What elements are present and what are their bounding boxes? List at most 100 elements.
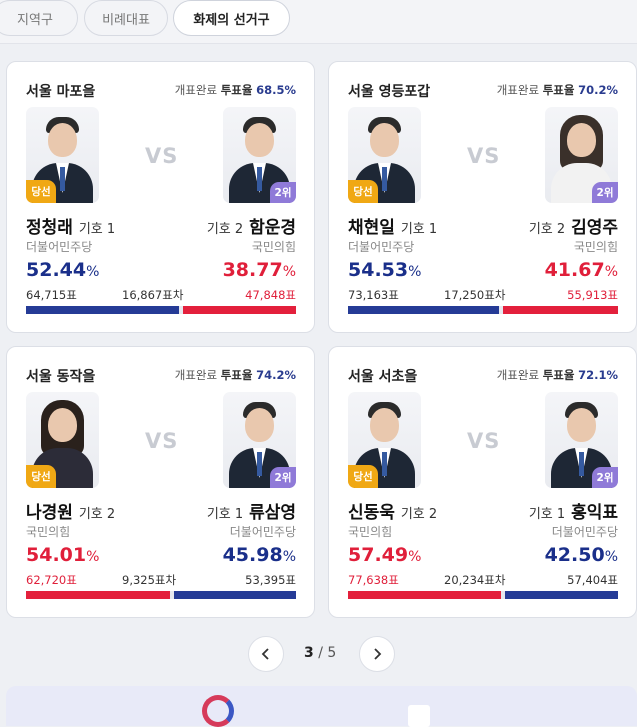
vote-count: 55,913표	[567, 288, 618, 302]
pct-unit: %	[408, 264, 422, 280]
pct-value: 57.49	[348, 544, 409, 566]
vs-label: VS	[145, 144, 179, 168]
ballot-number: 기호 1	[206, 507, 244, 522]
candidate-name: 김영주	[571, 218, 618, 238]
pct-value: 41.67	[544, 259, 605, 281]
vote-count: 57,404표	[567, 573, 618, 587]
pct-value: 42.50	[544, 544, 605, 566]
prev-page-button[interactable]	[248, 636, 284, 672]
tie-shape	[257, 452, 262, 476]
pct-unit: %	[282, 264, 296, 280]
vote-difference: 17,250표차	[444, 288, 506, 302]
chevron-left-icon	[261, 648, 269, 660]
pct-value: 54.53	[348, 259, 409, 281]
ballot-number: 기호 1	[78, 222, 116, 237]
candidate-name: 채현일	[348, 218, 395, 238]
vote-percentage: 42.50%	[545, 544, 618, 566]
face-shape	[370, 123, 399, 157]
winner-badge: 당선	[26, 465, 56, 488]
vote-percentage: 54.01%	[26, 544, 99, 566]
rank-badge: 2위	[270, 182, 296, 203]
tab-proportional[interactable]: 비례대표	[84, 0, 168, 36]
candidate-photo-left: 당선	[26, 392, 99, 488]
party-name: 국민의힘	[573, 240, 618, 254]
vs-label: VS	[145, 429, 179, 453]
ballot-number: 기호 1	[400, 222, 438, 237]
tie-shape	[60, 167, 65, 191]
candidate-photo-left: 당선	[348, 107, 421, 203]
tab-district[interactable]: 지역구	[0, 0, 78, 36]
next-page-button[interactable]	[359, 636, 395, 672]
vs-label: VS	[467, 429, 501, 453]
vote-count: 77,638표	[348, 573, 399, 587]
district-card[interactable]: 서울 마포을 개표완료 투표율 68.5% 당선 VS 2위 정청래 기호 1 기호 2 함…	[6, 61, 315, 333]
turnout-value: 68.5%	[256, 83, 296, 97]
vs-label: VS	[467, 144, 501, 168]
current-page: 3	[304, 645, 314, 661]
page-indicator: 3 / 5	[304, 645, 336, 661]
candidate-photo-right: 2위	[223, 107, 296, 203]
tab-bar: 지역구 비례대표 화제의 선거구	[0, 0, 637, 44]
election-logo-icon	[202, 695, 234, 727]
vote-count: 73,163표	[348, 288, 399, 302]
turnout-value: 72.1%	[578, 368, 618, 382]
candidate-name: 홍익표	[571, 503, 618, 523]
winner-name-row: 나경원 기호 2	[26, 498, 115, 523]
winner-name-row: 정청래 기호 1	[26, 213, 115, 238]
runnerup-name-row: 기호 1 홍익표	[529, 498, 618, 523]
ballot-number: 기호 2	[400, 507, 438, 522]
runnerup-name-row: 기호 2 김영주	[529, 213, 618, 238]
vote-bar-left	[348, 306, 499, 314]
district-card[interactable]: 서울 동작을 개표완료 투표율 74.2% 당선 VS 2위 나경원 기호 2 기호 1 류…	[6, 346, 315, 618]
vote-bar-right	[174, 591, 296, 599]
turnout-value: 70.2%	[578, 83, 618, 97]
banner-image-fragment	[408, 705, 430, 727]
pct-unit: %	[604, 264, 618, 280]
vote-bar-right	[503, 306, 618, 314]
vote-difference: 16,867표차	[122, 288, 184, 302]
vote-bar-left	[348, 591, 501, 599]
vote-bar-left	[26, 306, 179, 314]
pct-value: 45.98	[222, 544, 283, 566]
party-name: 더불어민주당	[348, 240, 415, 254]
tab-featured-districts[interactable]: 화제의 선거구	[173, 0, 290, 36]
district-card[interactable]: 서울 서초을 개표완료 투표율 72.1% 당선 VS 2위 신동욱 기호 2 기호 1 홍…	[328, 346, 637, 618]
runnerup-name-row: 기호 1 류삼영	[207, 498, 296, 523]
winner-name-row: 신동욱 기호 2	[348, 498, 437, 523]
district-name: 서울 영등포갑	[348, 84, 431, 100]
vote-percentage: 52.44%	[26, 259, 99, 281]
chevron-right-icon	[374, 648, 382, 660]
turnout-info: 개표완료 투표율 72.1%	[497, 367, 618, 383]
face-shape	[48, 408, 77, 442]
vote-percentage: 41.67%	[545, 259, 618, 281]
rank-badge: 2위	[270, 467, 296, 488]
face-shape	[567, 123, 596, 157]
count-status: 개표완료	[174, 368, 218, 382]
party-name: 국민의힘	[26, 525, 71, 539]
vote-count: 62,720표	[26, 573, 77, 587]
promo-banner[interactable]	[6, 686, 637, 727]
candidate-name: 정청래	[26, 218, 73, 238]
winner-badge: 당선	[348, 180, 378, 203]
turnout-value: 74.2%	[256, 368, 296, 382]
turnout-info: 개표완료 투표율 68.5%	[175, 82, 296, 98]
turnout-label: 투표율	[220, 368, 253, 382]
district-name: 서울 서초을	[348, 369, 418, 385]
district-card[interactable]: 서울 영등포갑 개표완료 투표율 70.2% 당선 VS 2위 채현일 기호 1 기호 2 …	[328, 61, 637, 333]
candidate-photo-left: 당선	[348, 392, 421, 488]
vote-count: 53,395표	[245, 573, 296, 587]
candidate-photo-right: 2위	[545, 107, 618, 203]
runnerup-name-row: 기호 2 함운경	[207, 213, 296, 238]
ballot-number: 기호 1	[528, 507, 566, 522]
tie-shape	[257, 167, 262, 191]
count-status: 개표완료	[496, 368, 540, 382]
count-status: 개표완료	[174, 83, 218, 97]
vote-percentage: 54.53%	[348, 259, 421, 281]
tie-shape	[382, 452, 387, 476]
turnout-label: 투표율	[542, 83, 575, 97]
vote-count: 64,715표	[26, 288, 77, 302]
turnout-info: 개표완료 투표율 74.2%	[175, 367, 296, 383]
vote-bar-right	[183, 306, 296, 314]
candidate-photo-right: 2위	[223, 392, 296, 488]
winner-badge: 당선	[348, 465, 378, 488]
